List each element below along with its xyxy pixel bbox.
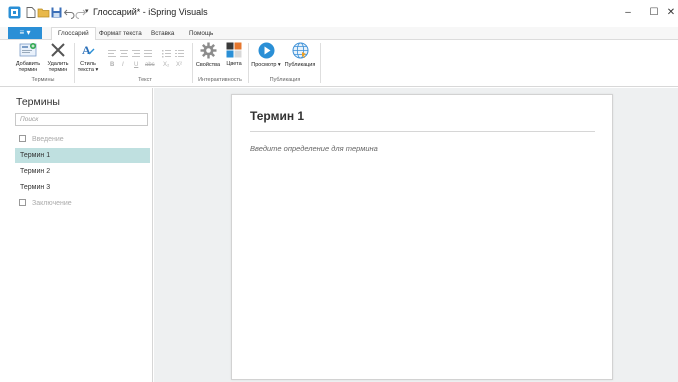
term-label: Термин 3	[20, 184, 51, 191]
svg-text:A: A	[82, 43, 91, 57]
search-placeholder: Поиск	[20, 116, 39, 123]
term-list-item[interactable]: Термин 1	[15, 148, 150, 163]
outro-checkbox[interactable]	[19, 199, 26, 206]
file-menu-button[interactable]: ≡ ▾	[8, 27, 42, 39]
ribbon: Добавить термин Удалить термин Термины A…	[0, 40, 678, 87]
delete-term-button[interactable]: Удалить термин	[45, 42, 71, 73]
delete-x-icon	[51, 43, 65, 57]
bold-button[interactable]: B	[110, 62, 114, 68]
preview-label: Просмотр ▾	[251, 62, 281, 68]
new-icon[interactable]	[24, 6, 37, 19]
divider	[250, 131, 595, 132]
intro-checkbox[interactable]	[19, 135, 26, 142]
color-palette-icon	[226, 42, 242, 58]
play-icon	[258, 42, 274, 59]
term-card: Термин 1 Введите определение для термина	[231, 94, 613, 380]
text-style-button[interactable]: A Стиль текста ▾	[76, 42, 100, 73]
properties-button[interactable]: Свойства	[194, 42, 222, 68]
add-term-label: Добавить термин	[15, 61, 41, 73]
text-style-label: Стиль текста ▾	[77, 61, 99, 73]
gear-icon	[200, 42, 216, 59]
save-icon[interactable]	[50, 6, 63, 19]
colors-button[interactable]: Цвета	[223, 42, 245, 67]
intro-label: Введение	[32, 136, 64, 143]
alignment-icons	[108, 50, 184, 58]
minimize-button[interactable]: –	[614, 4, 642, 22]
app-icon	[8, 6, 21, 19]
group-label-publish: Публикация	[269, 77, 301, 83]
ribbon-tabs: ≡ ▾ Глоссарий Формат текста Вставка Помо…	[0, 27, 678, 40]
panel-title: Термины	[16, 96, 60, 108]
term-title-field[interactable]: Термин 1	[250, 109, 304, 123]
outro-label: Заключение	[32, 200, 72, 207]
ribbon-separator	[248, 43, 249, 83]
properties-label: Свойства	[195, 62, 221, 68]
underline-button[interactable]: U	[134, 62, 138, 68]
group-label-interactivity: Интерактивность	[198, 77, 242, 83]
customize-toolbar-icon[interactable]: ▾	[85, 7, 89, 15]
tab-glossary[interactable]: Глоссарий	[51, 27, 96, 40]
definition-field[interactable]: Введите определение для термина	[250, 144, 378, 153]
add-term-icon	[19, 43, 37, 57]
editor-workspace: Термин 1 Введите определение для термина	[154, 88, 678, 382]
publish-label: Публикация	[284, 62, 316, 68]
preview-button[interactable]: Просмотр ▾	[250, 42, 282, 68]
publish-button[interactable]: Публикация	[282, 42, 318, 68]
subscript-button[interactable]: X₂	[163, 62, 169, 68]
add-term-button[interactable]: Добавить термин	[12, 42, 44, 73]
title-bar: ▾ Глоссарий* - iSpring Visuals – ☐ ✕	[0, 0, 678, 27]
search-input[interactable]: Поиск	[15, 113, 148, 126]
term-label: Термин 2	[20, 168, 51, 175]
text-style-icon: A	[82, 43, 95, 57]
term-label: Термин 1	[20, 152, 51, 159]
group-label-terms: Термины	[31, 77, 55, 83]
ribbon-separator	[74, 43, 75, 83]
tab-insert[interactable]: Вставка	[145, 28, 180, 39]
intro-item[interactable]: Введение	[15, 132, 150, 147]
window-title: Глоссарий* - iSpring Visuals	[93, 7, 208, 17]
tab-text-format[interactable]: Формат текста	[93, 28, 148, 39]
delete-term-label: Удалить термин	[47, 61, 69, 73]
ribbon-separator	[192, 43, 193, 83]
superscript-button[interactable]: X²	[176, 62, 182, 68]
colors-label: Цвета	[226, 61, 242, 67]
open-icon[interactable]	[37, 6, 50, 19]
strikethrough-button[interactable]: abc	[145, 62, 155, 68]
term-list-item[interactable]: Термин 3	[15, 180, 150, 195]
italic-button[interactable]: I	[122, 62, 124, 68]
align-buttons	[108, 45, 186, 63]
tab-help[interactable]: Помощь	[183, 28, 219, 39]
terms-panel: Термины Поиск Введение Термин 1 Термин 2…	[0, 88, 153, 382]
ribbon-separator	[320, 43, 321, 83]
outro-item[interactable]: Заключение	[15, 196, 150, 211]
group-label-text: Текст	[138, 77, 152, 83]
close-button[interactable]: ✕	[664, 4, 678, 22]
term-list-item[interactable]: Термин 2	[15, 164, 150, 179]
globe-icon	[292, 42, 308, 59]
